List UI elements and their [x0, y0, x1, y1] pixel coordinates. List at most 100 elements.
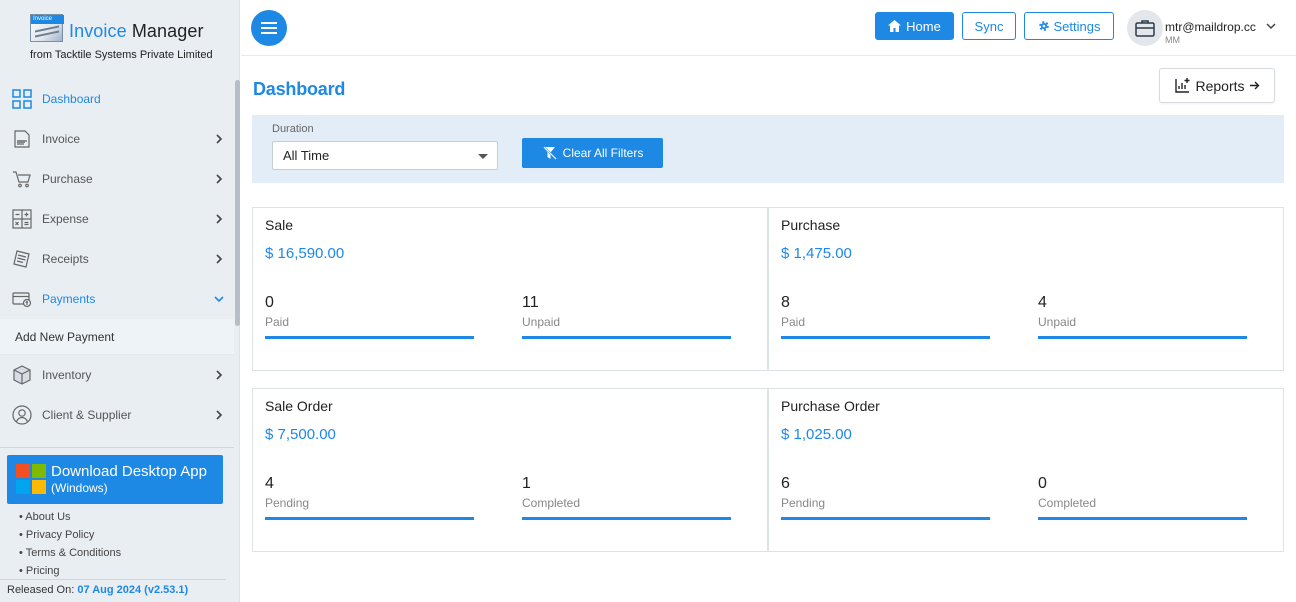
sidebar-item-label: Client & Supplier: [42, 408, 132, 422]
stat-value: 4: [1038, 294, 1047, 311]
stat-bar: [522, 517, 731, 520]
purchase-order-pending-stat[interactable]: 6 Pending: [781, 475, 990, 520]
sidebar-item-invoice[interactable]: Invoice: [0, 119, 234, 159]
chevron-down-icon: [214, 296, 224, 303]
download-desktop-app-button[interactable]: Download Desktop App (Windows): [7, 455, 223, 504]
sidebar-item-label: Receipts: [42, 252, 89, 266]
purchase-unpaid-stat[interactable]: 4 Unpaid: [1038, 294, 1247, 339]
sale-unpaid-stat[interactable]: 11 Unpaid: [522, 294, 731, 339]
reports-label: Reports: [1195, 77, 1245, 94]
release-divider: [0, 579, 226, 580]
app-logo[interactable]: Invoice Invoice Manager from Tacktile Sy…: [0, 0, 239, 70]
stat-value: 11: [522, 294, 539, 311]
sale-card[interactable]: Sale $ 16,590.00 0 Paid 11 Unpaid: [252, 207, 768, 371]
chevron-right-icon: [216, 370, 223, 380]
about-us-link[interactable]: • About Us: [19, 510, 121, 528]
footer-links: • About Us • Privacy Policy • Terms & Co…: [19, 510, 121, 582]
sale-order-completed-stat[interactable]: 1 Completed: [522, 475, 731, 520]
sidebar-item-receipts[interactable]: Receipts: [0, 239, 234, 279]
reports-button[interactable]: Reports: [1159, 68, 1275, 103]
invoice-icon: [14, 130, 30, 148]
invoice-logo-icon: Invoice: [30, 14, 64, 42]
stat-value: 0: [265, 294, 274, 311]
stat-label: Unpaid: [522, 315, 561, 329]
dashboard-grid-icon: [12, 89, 32, 109]
duration-label: Duration: [272, 123, 314, 135]
chevron-right-icon: [216, 134, 223, 144]
sidebar-item-label: Expense: [42, 212, 89, 226]
briefcase-icon: [1135, 20, 1155, 37]
release-version: 07 Aug 2024 (v2.53.1): [77, 584, 189, 596]
app-name: Invoice Manager: [69, 21, 204, 42]
sidebar-item-payments[interactable]: Payments: [0, 279, 234, 319]
sidebar-scrollbar[interactable]: [235, 80, 240, 326]
duration-select[interactable]: All Time: [272, 141, 498, 170]
sale-order-card[interactable]: Sale Order $ 7,500.00 4 Pending 1 Comple…: [252, 388, 768, 552]
card-amount: $ 7,500.00: [265, 426, 336, 443]
stat-bar: [1038, 517, 1247, 520]
purchase-paid-stat[interactable]: 8 Paid: [781, 294, 990, 339]
stat-value: 4: [265, 475, 274, 492]
sidebar-item-inventory[interactable]: Inventory: [0, 355, 234, 395]
settings-button[interactable]: Settings: [1024, 12, 1114, 40]
calculator-icon: [12, 209, 32, 229]
menu-toggle-button[interactable]: [251, 10, 287, 46]
sale-paid-stat[interactable]: 0 Paid: [265, 294, 474, 339]
chevron-right-icon: [216, 254, 223, 264]
stat-value: 6: [781, 475, 790, 492]
terms-conditions-link[interactable]: • Terms & Conditions: [19, 546, 121, 564]
sidebar-item-label: Dashboard: [42, 92, 101, 106]
purchase-order-completed-stat[interactable]: 0 Completed: [1038, 475, 1247, 520]
home-icon: [888, 20, 902, 32]
stat-value: 1: [522, 475, 531, 492]
card-title: Sale: [265, 217, 294, 233]
sidebar-item-label: Invoice: [42, 132, 81, 146]
release-info: Released On: 07 Aug 2024 (v2.53.1): [7, 584, 188, 596]
clear-filters-label: Clear All Filters: [562, 146, 644, 160]
chevron-down-icon[interactable]: [1265, 20, 1277, 32]
caret-down-icon: [478, 154, 488, 159]
gear-icon: [1038, 21, 1049, 31]
avatar[interactable]: [1127, 10, 1163, 46]
purchase-order-card[interactable]: Purchase Order $ 1,025.00 6 Pending 0 Co…: [768, 388, 1284, 552]
stat-bar: [265, 517, 474, 520]
card-title: Sale Order: [265, 398, 333, 414]
home-button[interactable]: Home: [875, 12, 954, 40]
stat-label: Completed: [1038, 496, 1097, 510]
app-subtitle: from Tacktile Systems Private Limited: [30, 49, 213, 61]
privacy-policy-link[interactable]: • Privacy Policy: [19, 528, 121, 546]
sidebar-item-purchase[interactable]: Purchase: [0, 159, 234, 199]
settings-label: Settings: [1053, 18, 1101, 34]
sidebar-subitem-add-new-payment[interactable]: Add New Payment: [0, 319, 234, 355]
sale-order-pending-stat[interactable]: 4 Pending: [265, 475, 474, 520]
sync-button[interactable]: Sync: [962, 12, 1016, 40]
windows-logo-icon: [16, 464, 46, 494]
stat-label: Completed: [522, 496, 581, 510]
stat-label: Pending: [781, 496, 826, 510]
chevron-right-icon: [216, 174, 223, 184]
download-subtitle: (Windows): [51, 481, 108, 495]
card-amount: $ 1,475.00: [781, 245, 852, 262]
stat-label: Pending: [265, 496, 310, 510]
sidebar-item-client-supplier[interactable]: Client & Supplier: [0, 395, 234, 435]
chevron-right-icon: [216, 410, 223, 420]
user-email[interactable]: mtr@maildrop.cc: [1165, 20, 1256, 34]
sidebar-subitem-label: Add New Payment: [15, 329, 115, 344]
sidebar-item-expense[interactable]: Expense: [0, 199, 234, 239]
sidebar-menu: Dashboard Invoice Purchase Expense Recei…: [0, 79, 234, 435]
chevron-right-icon: [216, 214, 223, 224]
stat-bar: [1038, 336, 1247, 339]
sidebar-item-label: Purchase: [42, 172, 93, 186]
release-label: Released On:: [7, 584, 75, 596]
app-name-part2: Manager: [126, 21, 204, 41]
box-icon: [13, 365, 31, 385]
sidebar-item-dashboard[interactable]: Dashboard: [0, 79, 234, 119]
filter-bar: Duration All Time Clear All Filters: [252, 115, 1284, 183]
receipt-icon: [13, 250, 30, 268]
clear-all-filters-button[interactable]: Clear All Filters: [522, 138, 663, 168]
payment-card-icon: [12, 292, 32, 308]
duration-value: All Time: [283, 148, 330, 163]
stat-label: Unpaid: [1038, 315, 1077, 329]
stat-bar: [265, 336, 474, 339]
purchase-card[interactable]: Purchase $ 1,475.00 8 Paid 4 Unpaid: [768, 207, 1284, 371]
